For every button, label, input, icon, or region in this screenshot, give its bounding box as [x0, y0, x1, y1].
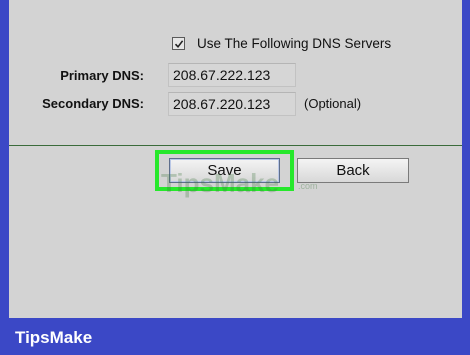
brand-logo-text: TipsMake: [15, 328, 93, 347]
dns-servers-option-label: Use The Following DNS Servers: [197, 36, 392, 51]
dns-servers-checkbox[interactable]: [172, 37, 185, 50]
router-settings-panel: Use The Following DNS Servers Primary DN…: [9, 0, 462, 318]
back-button[interactable]: Back: [297, 158, 409, 183]
dns-servers-option[interactable]: Use The Following DNS Servers: [172, 36, 391, 51]
watermark: TipsMake: [161, 168, 280, 198]
watermark-suffix: .com: [298, 181, 318, 191]
primary-dns-label: Primary DNS:: [60, 68, 144, 83]
primary-dns-input[interactable]: [168, 63, 296, 87]
section-divider: [9, 145, 462, 146]
secondary-dns-input[interactable]: [168, 92, 296, 116]
optional-note: (Optional): [304, 96, 362, 111]
checkmark-icon: [174, 39, 183, 48]
secondary-dns-label: Secondary DNS:: [42, 96, 144, 111]
